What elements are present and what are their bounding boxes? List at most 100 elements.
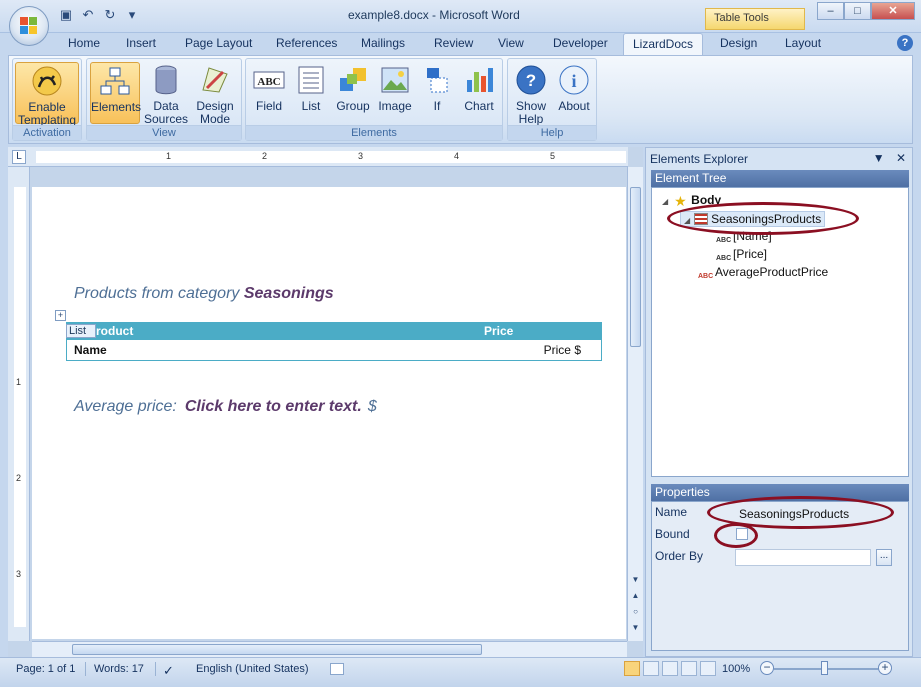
view-buttons	[624, 661, 716, 676]
maximize-button[interactable]: □	[844, 2, 871, 20]
group-label-activation: Activation	[13, 125, 81, 140]
highlight-ring	[667, 202, 859, 235]
average-price-line: Average price: Click here to enter text. $	[74, 398, 377, 416]
category-field[interactable]: Seasonings	[244, 285, 334, 302]
select-browse-object-icon[interactable]: ○	[630, 607, 641, 619]
ruler-scale: 1 2 3 4 5	[36, 151, 626, 163]
table-move-handle-icon[interactable]: +	[55, 310, 66, 321]
outline-icon[interactable]	[681, 661, 697, 676]
chart-icon	[467, 68, 493, 92]
tab-developer[interactable]: Developer	[553, 36, 608, 50]
table-header-row: Product Price List	[66, 322, 602, 340]
about-button[interactable]: i About	[552, 62, 596, 124]
pane-menu-icon[interactable]: ▼	[873, 151, 885, 165]
proofing-icon[interactable]: ✓	[163, 663, 174, 679]
tab-stop-selector-icon[interactable]: L	[12, 150, 26, 164]
minimize-button[interactable]: –	[817, 2, 844, 20]
tree-node-averageproductprice[interactable]: ABC AverageProductPrice	[698, 265, 828, 285]
list-control-tag[interactable]: List	[66, 324, 96, 338]
print-layout-icon[interactable]	[624, 661, 640, 676]
lizard-icon	[32, 66, 62, 96]
macro-record-icon[interactable]	[330, 663, 344, 675]
office-button[interactable]	[9, 6, 49, 46]
group-icon	[340, 68, 366, 91]
elements-button[interactable]: Elements	[90, 62, 141, 124]
tab-insert[interactable]: Insert	[126, 36, 156, 50]
horizontal-scrollbar[interactable]	[32, 641, 627, 657]
list-button[interactable]: List	[288, 62, 334, 124]
data-sources-button[interactable]: Data Sources	[142, 62, 190, 126]
scroll-down-icon[interactable]: ▼	[630, 575, 641, 587]
price-field[interactable]: Price $	[544, 343, 581, 357]
heading-text: Products from category	[74, 285, 240, 302]
title-bar: ▣ ↶ ↻ ▾ example8.docx - Microsoft Word T…	[0, 0, 921, 33]
tree-node-price[interactable]: ABC [Price]	[716, 247, 767, 267]
pane-close-icon[interactable]: ✕	[896, 151, 906, 165]
tab-home[interactable]: Home	[68, 36, 100, 50]
image-button[interactable]: Image	[372, 62, 418, 124]
undo-icon[interactable]: ↶	[80, 7, 96, 23]
close-button[interactable]: ✕	[871, 2, 915, 20]
question-icon: ?	[516, 65, 546, 95]
tab-layout[interactable]: Layout	[785, 36, 821, 50]
tab-design[interactable]: Design	[720, 36, 757, 50]
chart-button[interactable]: Chart	[456, 62, 502, 124]
customize-qat-icon[interactable]: ▾	[124, 7, 140, 23]
name-field[interactable]: Name	[74, 343, 107, 357]
if-label: If	[433, 99, 441, 113]
web-layout-icon[interactable]	[662, 661, 678, 676]
zoom-in-icon[interactable]: +	[878, 661, 892, 675]
tab-page-layout[interactable]: Page Layout	[185, 36, 252, 50]
products-table: Product Price List Name Price $	[66, 322, 602, 361]
vertical-ruler[interactable]: 1 2 3	[8, 167, 30, 641]
image-icon	[381, 67, 409, 93]
language[interactable]: English (United States)	[196, 663, 309, 675]
orderby-browse-button[interactable]: ...	[876, 549, 892, 566]
horizontal-ruler[interactable]: L 1 2 3 4 5	[8, 147, 628, 167]
full-screen-reading-icon[interactable]	[643, 661, 659, 676]
help-icon[interactable]: ?	[897, 35, 913, 51]
ribbon-tabs: Home Insert Page Layout References Maili…	[0, 33, 921, 56]
window-controls: – □ ✕	[817, 2, 915, 20]
ruler-number: 1	[166, 151, 172, 161]
orderby-field[interactable]	[735, 549, 871, 566]
group-elements: ABC Field List Group Image If Chart Elem…	[245, 58, 503, 141]
table-row[interactable]: Name Price $	[66, 340, 602, 361]
tab-review[interactable]: Review	[434, 36, 473, 50]
ruler-number: 4	[454, 151, 460, 161]
next-page-icon[interactable]: ▼	[630, 623, 641, 635]
vertical-scrollbar[interactable]: ▼ ▲ ○ ▼	[627, 167, 643, 641]
tab-mailings[interactable]: Mailings	[361, 36, 405, 50]
zoom-out-icon[interactable]: −	[760, 661, 774, 675]
word-count[interactable]: Words: 17	[94, 663, 144, 675]
page-count[interactable]: Page: 1 of 1	[16, 663, 75, 675]
if-icon	[427, 68, 448, 93]
if-button[interactable]: If	[414, 62, 460, 124]
scroll-thumb[interactable]	[72, 644, 482, 655]
quick-access-toolbar: ▣ ↶ ↻ ▾	[58, 7, 140, 23]
ruler-number: 1	[16, 377, 22, 387]
show-help-button[interactable]: ? Show Help	[509, 62, 553, 126]
group-activation: Enable Templating Activation	[12, 58, 82, 141]
tab-references[interactable]: References	[276, 36, 337, 50]
scroll-thumb[interactable]	[630, 187, 641, 347]
highlight-ring	[714, 523, 758, 548]
average-price-placeholder[interactable]: Click here to enter text.	[185, 398, 362, 415]
window-title: example8.docx - Microsoft Word	[348, 8, 520, 22]
show-help-label: Show Help	[515, 99, 547, 126]
enable-templating-button[interactable]: Enable Templating	[15, 62, 79, 127]
group-button[interactable]: Group	[330, 62, 376, 124]
zoom-slider-thumb[interactable]	[821, 661, 828, 675]
collapse-arrow-icon[interactable]: ◢	[662, 197, 668, 206]
tab-lizarddocs[interactable]: LizardDocs	[623, 33, 704, 56]
pane-title: Elements Explorer	[650, 152, 749, 166]
redo-icon[interactable]: ↻	[102, 7, 118, 23]
tab-view[interactable]: View	[498, 36, 524, 50]
previous-page-icon[interactable]: ▲	[630, 591, 641, 603]
save-icon[interactable]: ▣	[58, 7, 74, 23]
design-mode-button[interactable]: Design Mode	[191, 62, 239, 126]
group-label-help: Help	[508, 125, 596, 140]
draft-icon[interactable]	[700, 661, 716, 676]
zoom-level[interactable]: 100%	[722, 663, 750, 675]
field-button[interactable]: ABC Field	[246, 62, 292, 124]
